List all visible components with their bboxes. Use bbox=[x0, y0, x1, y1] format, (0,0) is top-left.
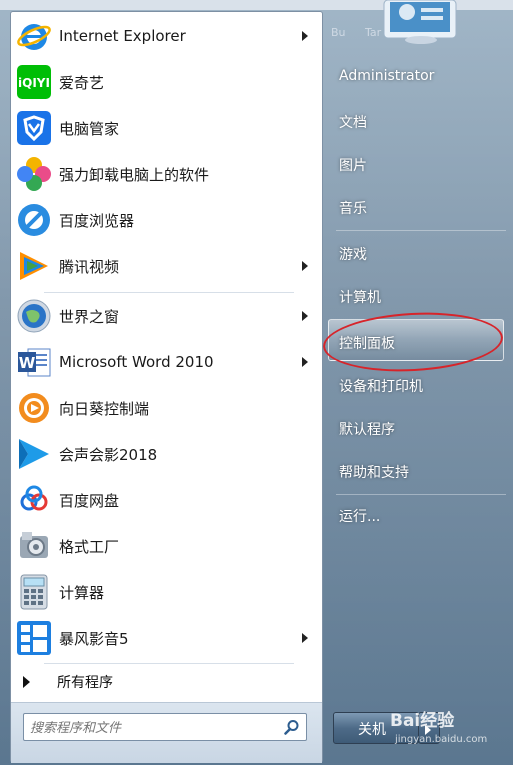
submenu-arrow-icon bbox=[302, 633, 308, 643]
menu-item-calculator[interactable]: 计算器 bbox=[11, 570, 324, 614]
menu-item-label: 爱奇艺 bbox=[59, 73, 105, 92]
menu-item-label: 强力卸载电脑上的软件 bbox=[59, 165, 210, 184]
menu-item-storm-player[interactable]: 暴风影音5 bbox=[11, 616, 324, 660]
strip-text-2: Tar bbox=[365, 26, 382, 39]
expand-arrow-icon bbox=[23, 676, 30, 688]
clover-icon bbox=[14, 154, 54, 194]
right-divider bbox=[336, 230, 506, 231]
right-item-documents[interactable]: 文档 bbox=[339, 112, 367, 132]
right-item-pictures[interactable]: 图片 bbox=[339, 155, 367, 175]
shutdown-label: 关机 bbox=[358, 722, 386, 738]
calculator-icon bbox=[14, 572, 54, 612]
all-programs-button[interactable]: 所有程序 bbox=[11, 670, 324, 694]
user-avatar-icon[interactable] bbox=[381, 0, 459, 44]
right-item-help-support[interactable]: 帮助和支持 bbox=[339, 462, 409, 482]
menu-item-label: 向日葵控制端 bbox=[59, 399, 150, 418]
menu-item-theworld[interactable]: 世界之窗 bbox=[11, 294, 324, 338]
format-factory-icon bbox=[14, 526, 54, 566]
menu-item-iqiyi[interactable]: iQIYI 爱奇艺 bbox=[11, 60, 324, 104]
sunflower-icon bbox=[14, 388, 54, 428]
watermark-logo: Bai经验 bbox=[390, 711, 455, 731]
menu-item-label: 计算器 bbox=[59, 583, 105, 602]
word-icon: W bbox=[14, 342, 54, 382]
storm-icon bbox=[14, 618, 54, 658]
menu-item-pc-manager[interactable]: 电脑管家 bbox=[11, 106, 324, 150]
right-item-games[interactable]: 游戏 bbox=[339, 244, 367, 264]
menu-item-word-2010[interactable]: W Microsoft Word 2010 bbox=[11, 340, 324, 384]
search-icon[interactable] bbox=[284, 719, 300, 735]
menu-item-format-factory[interactable]: 格式工厂 bbox=[11, 524, 324, 568]
cloud-icon bbox=[14, 480, 54, 520]
right-item-devices-printers[interactable]: 设备和打印机 bbox=[339, 376, 423, 396]
watermark-url: jingyan.baidu.com bbox=[395, 734, 488, 745]
menu-item-label: 世界之窗 bbox=[59, 307, 120, 326]
menu-item-uninstaller[interactable]: 强力卸载电脑上的软件 bbox=[11, 152, 324, 196]
menu-item-sunlogin[interactable]: 向日葵控制端 bbox=[11, 386, 324, 430]
submenu-arrow-icon bbox=[302, 311, 308, 321]
menu-item-label: 电脑管家 bbox=[59, 119, 120, 138]
svg-text:W: W bbox=[19, 354, 36, 372]
menu-item-label: 百度网盘 bbox=[59, 491, 120, 510]
menu-item-internet-explorer[interactable]: Internet Explorer bbox=[11, 14, 324, 58]
right-item-run[interactable]: 运行... bbox=[339, 506, 380, 526]
submenu-arrow-icon bbox=[302, 357, 308, 367]
menu-item-label: 格式工厂 bbox=[59, 537, 120, 556]
submenu-arrow-icon bbox=[302, 261, 308, 271]
baidu-browser-icon bbox=[14, 200, 54, 240]
tencent-pc-manager-icon bbox=[14, 108, 54, 148]
globe-icon bbox=[14, 296, 54, 336]
menu-item-label: 暴风影音5 bbox=[59, 629, 129, 648]
menu-item-label: 会声会影2018 bbox=[59, 445, 158, 464]
strip-text-1: Bu bbox=[331, 26, 346, 39]
svg-text:iQIYI: iQIYI bbox=[18, 76, 50, 90]
menu-item-baidu-netdisk[interactable]: 百度网盘 bbox=[11, 478, 324, 522]
right-divider bbox=[336, 494, 506, 495]
menu-item-label: Internet Explorer bbox=[59, 27, 186, 45]
menu-item-baidu-browser[interactable]: 百度浏览器 bbox=[11, 198, 324, 242]
right-item-administrator[interactable]: Administrator bbox=[339, 68, 434, 84]
programs-pane: Internet Explorer iQIYI 爱奇艺 电脑管家 强力卸载电脑上… bbox=[10, 11, 323, 763]
right-item-computer[interactable]: 计算机 bbox=[339, 287, 381, 307]
right-item-default-programs[interactable]: 默认程序 bbox=[339, 419, 395, 439]
menu-divider bbox=[44, 292, 294, 293]
menu-divider bbox=[44, 663, 294, 664]
menu-item-corel-video[interactable]: 会声会影2018 bbox=[11, 432, 324, 476]
search-area bbox=[11, 702, 322, 763]
iqiyi-icon: iQIYI bbox=[14, 62, 54, 102]
submenu-arrow-icon bbox=[302, 31, 308, 41]
right-item-music[interactable]: 音乐 bbox=[339, 198, 367, 218]
menu-item-label: 百度浏览器 bbox=[59, 211, 135, 230]
tencent-video-icon bbox=[14, 246, 54, 286]
menu-item-label: Microsoft Word 2010 bbox=[59, 353, 214, 371]
corel-icon bbox=[14, 434, 54, 474]
ie-icon bbox=[14, 16, 54, 56]
menu-item-tencent-video[interactable]: 腾讯视频 bbox=[11, 244, 324, 288]
menu-item-label: 腾讯视频 bbox=[59, 257, 120, 276]
search-input[interactable] bbox=[28, 717, 278, 739]
search-box[interactable] bbox=[23, 713, 307, 741]
all-programs-label: 所有程序 bbox=[57, 675, 113, 691]
